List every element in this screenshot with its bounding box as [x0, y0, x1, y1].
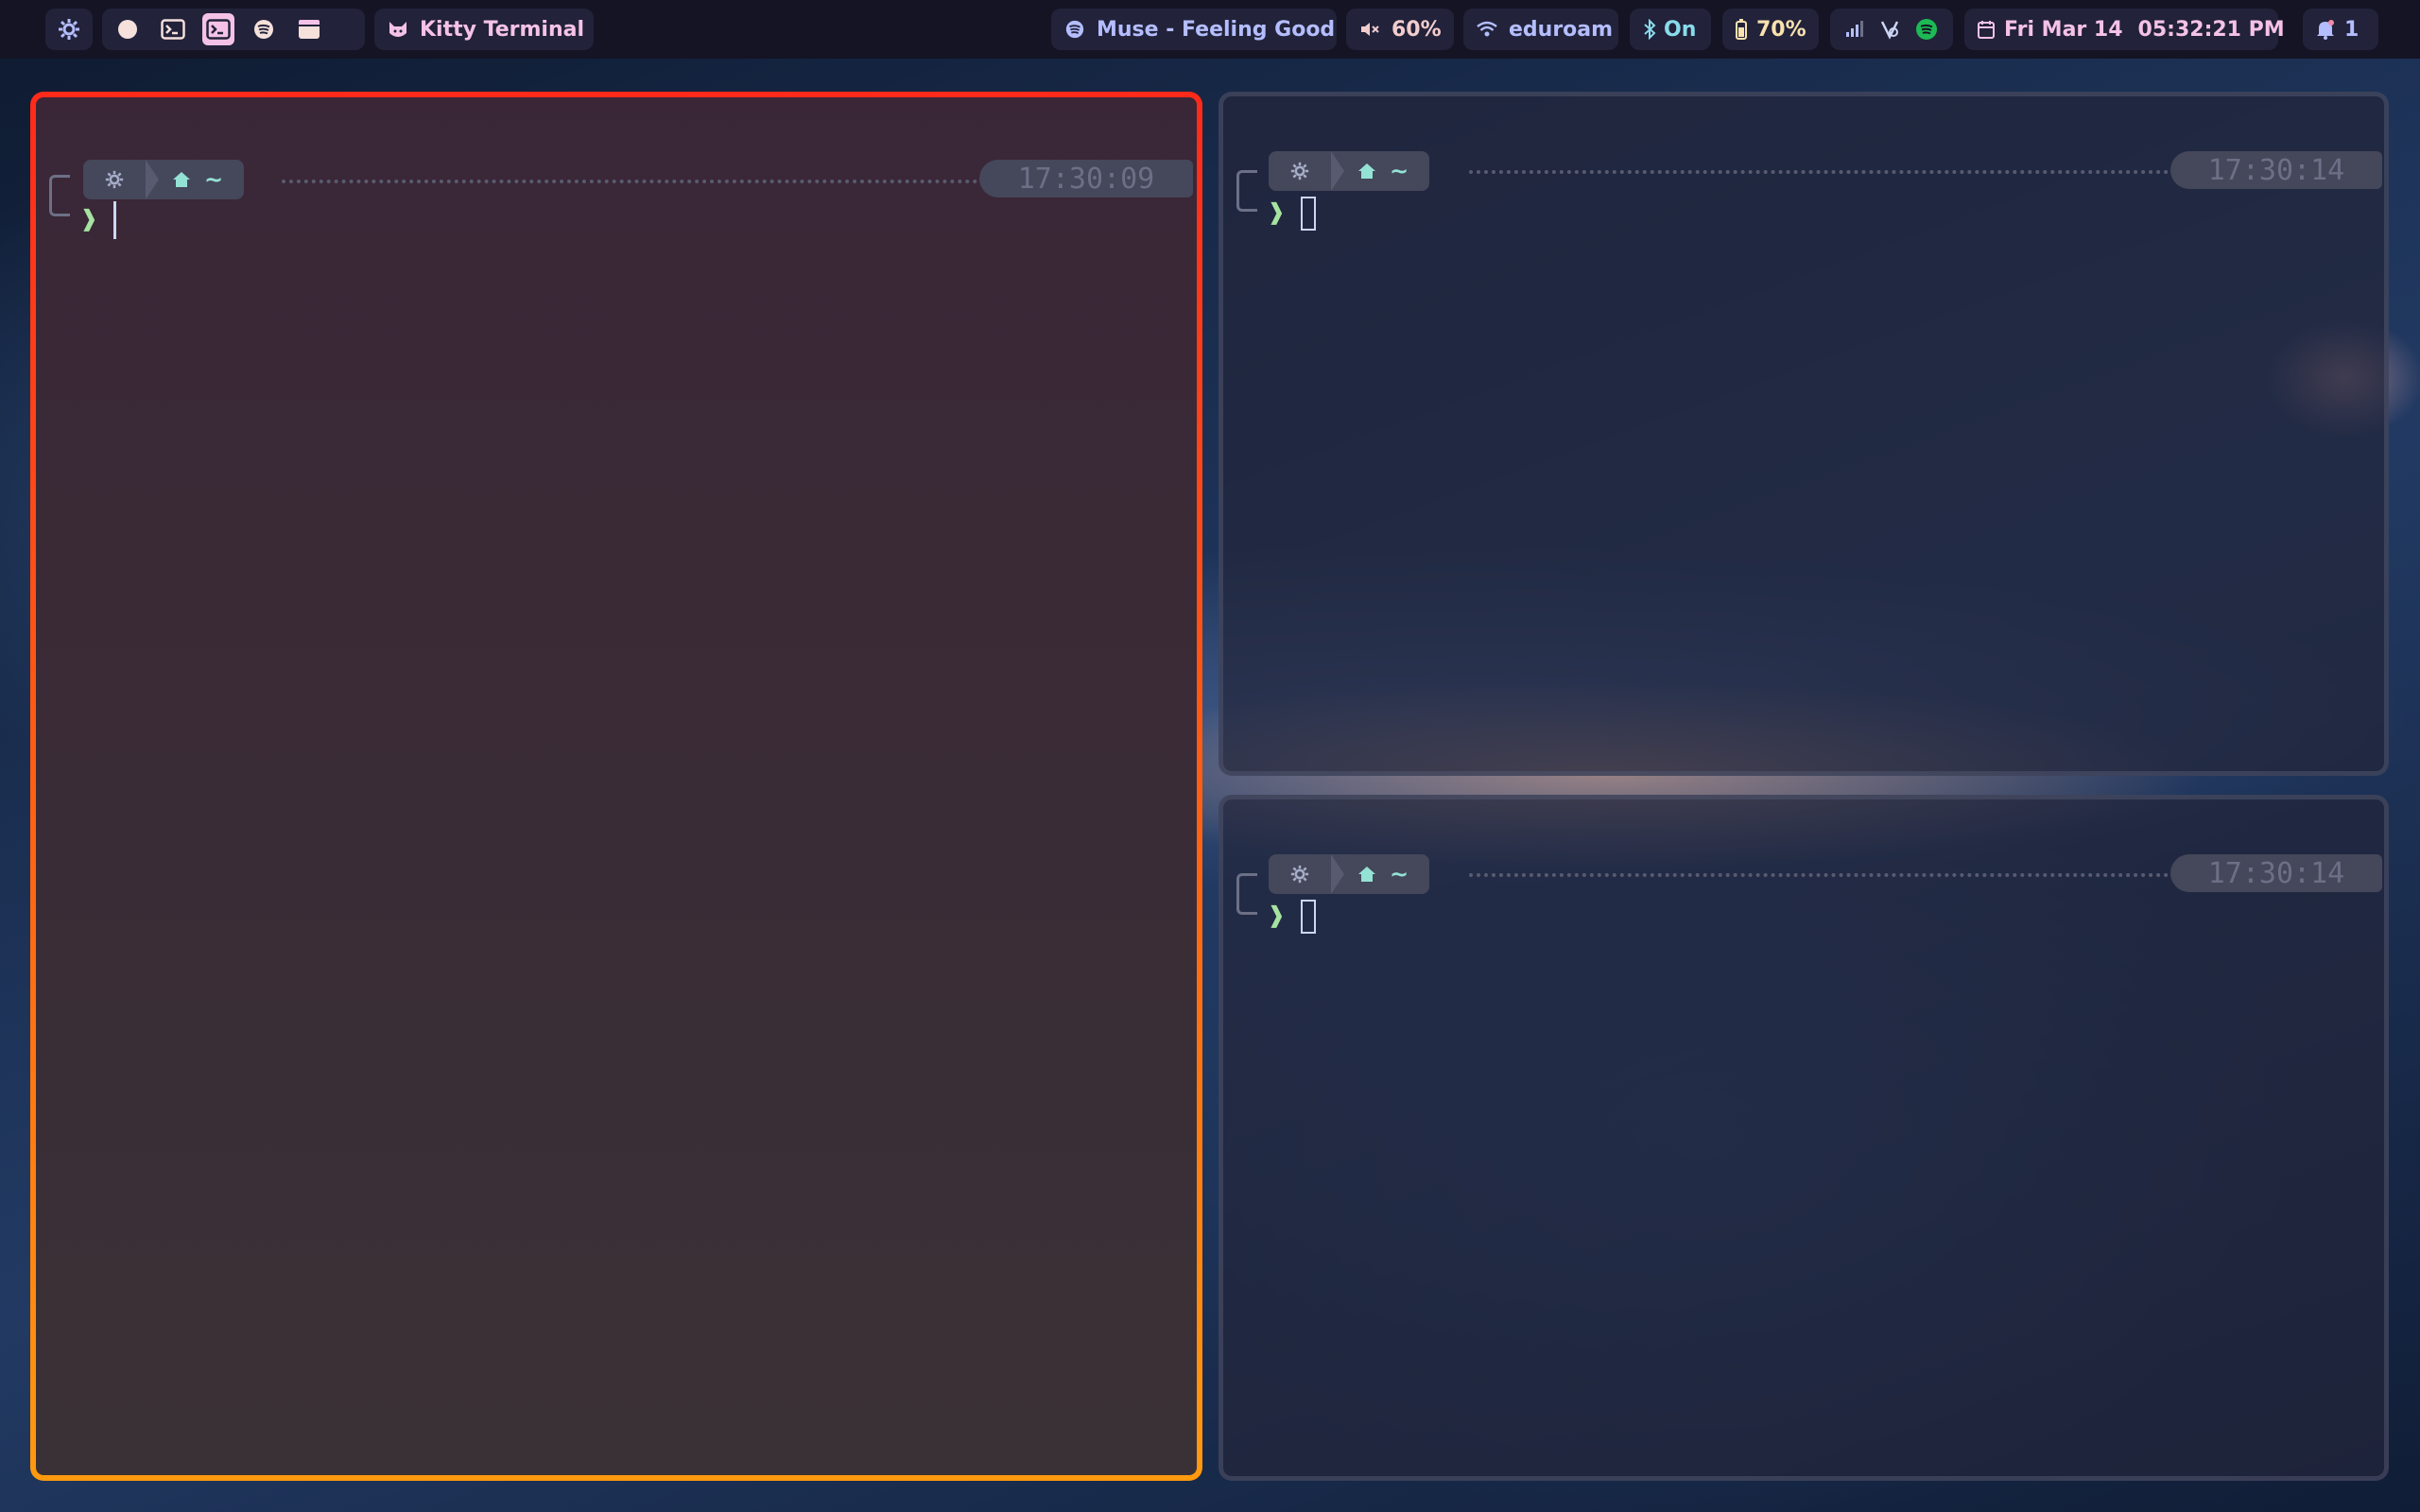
- volume-muted-icon: [1359, 20, 1380, 39]
- workspace-terminal[interactable]: [157, 13, 189, 45]
- wifi-network: eduroam: [1509, 17, 1614, 42]
- volume-widget[interactable]: 60%: [1346, 9, 1454, 50]
- bluetooth-icon: [1643, 19, 1656, 40]
- prompt-bracket: [1236, 873, 1257, 915]
- spotify-icon: [252, 18, 275, 41]
- workspace-spotify[interactable]: [248, 13, 280, 45]
- firefox-icon: [116, 18, 139, 41]
- terminal-icon: [206, 19, 231, 40]
- bluetooth-status: On: [1664, 17, 1697, 42]
- system-tray: [1830, 9, 1953, 50]
- path-segment: ~: [1344, 158, 1429, 184]
- home-icon: [1358, 867, 1375, 882]
- terminal-left[interactable]: ~ 17:30:09 ❱: [30, 92, 1202, 1481]
- path-text: ~: [1390, 861, 1409, 887]
- path-text: ~: [1390, 158, 1409, 184]
- bell-icon: [2316, 19, 2335, 40]
- path-segment: ~: [159, 166, 244, 193]
- prompt-segment: ~: [83, 160, 245, 199]
- prompt-bracket: [1236, 170, 1257, 212]
- segment-separator: [1331, 854, 1344, 894]
- prompt-clock: 17:30:09: [979, 160, 1193, 198]
- prompt-caret: ❱: [1267, 198, 1287, 225]
- prompt-line: ~ 17:30:09: [36, 154, 1197, 216]
- terminal-icon: [161, 19, 185, 40]
- home-icon: [1358, 163, 1375, 179]
- terminal-top-right[interactable]: ~ 17:30:14 ❱: [1219, 92, 2389, 776]
- path-segment: ~: [1344, 861, 1429, 887]
- prompt-line: ~ 17:30:14: [1223, 151, 2384, 212]
- terminal-bottom-right[interactable]: ~ 17:30:14 ❱: [1219, 795, 2389, 1481]
- gear-icon: [1269, 865, 1331, 884]
- gear-icon: [83, 170, 146, 189]
- segment-separator: [146, 160, 159, 199]
- prompt-filler: [1469, 170, 2206, 174]
- signal-icon[interactable]: [1845, 21, 1864, 38]
- prompt-filler: [282, 180, 1000, 183]
- calendar-icon: [1978, 20, 1995, 39]
- workspace-files[interactable]: [293, 13, 325, 45]
- prompt-clock: 17:30:14: [2170, 854, 2382, 892]
- path-text: ~: [204, 166, 224, 193]
- prompt-caret: ❱: [79, 205, 99, 232]
- active-window-title: Kitty Terminal: [420, 17, 584, 42]
- battery-icon: [1736, 19, 1747, 40]
- workspace-terminal-active[interactable]: [202, 13, 234, 45]
- prompt-segment: ~: [1269, 151, 1430, 191]
- wifi-widget[interactable]: eduroam: [1463, 9, 1618, 50]
- prompt-filler: [1469, 873, 2206, 877]
- wifi-icon: [1477, 21, 1497, 38]
- text-cursor: [1301, 197, 1316, 231]
- prompt-caret: ❱: [1267, 902, 1287, 928]
- media-player[interactable]: Muse - Feeling Good: [1051, 9, 1337, 50]
- spotify-icon: [1064, 19, 1085, 40]
- launcher-button[interactable]: [45, 9, 93, 50]
- battery-value: 70%: [1756, 17, 1806, 42]
- gear-icon: [58, 18, 80, 41]
- volume-value: 60%: [1392, 17, 1442, 42]
- text-cursor: [1301, 900, 1316, 934]
- prompt-bracket: [49, 175, 70, 216]
- notification-button[interactable]: 1: [2303, 9, 2378, 50]
- text-cursor: [113, 201, 116, 239]
- clock-widget[interactable]: Fri Mar 14 05:32:21 PM: [1964, 9, 2285, 50]
- cat-icon: [388, 20, 408, 39]
- workspace-firefox[interactable]: [112, 13, 144, 45]
- battery-widget[interactable]: 70%: [1722, 9, 1819, 50]
- bluetooth-widget[interactable]: On: [1630, 9, 1711, 50]
- date-text: Fri Mar 14: [2004, 17, 2123, 42]
- media-title: Muse - Feeling Good: [1097, 17, 1336, 42]
- gear-icon: [1269, 162, 1331, 180]
- time-text: 05:32:21 PM: [2137, 17, 2285, 42]
- prompt-segment: ~: [1269, 854, 1430, 894]
- vpn-icon[interactable]: [1879, 19, 1900, 40]
- prompt-line: ~ 17:30:14: [1223, 854, 2384, 915]
- active-window[interactable]: Kitty Terminal: [374, 9, 594, 50]
- prompt-clock: 17:30:14: [2170, 151, 2382, 189]
- top-bar: Kitty Terminal Muse - Feeling Good 60% e…: [0, 0, 2420, 59]
- workspace-bar: [102, 9, 365, 50]
- home-icon: [173, 172, 190, 187]
- spotify-icon[interactable]: [1915, 18, 1938, 41]
- segment-separator: [1331, 151, 1344, 191]
- window-icon: [298, 19, 320, 40]
- notification-count: 1: [2344, 17, 2360, 42]
